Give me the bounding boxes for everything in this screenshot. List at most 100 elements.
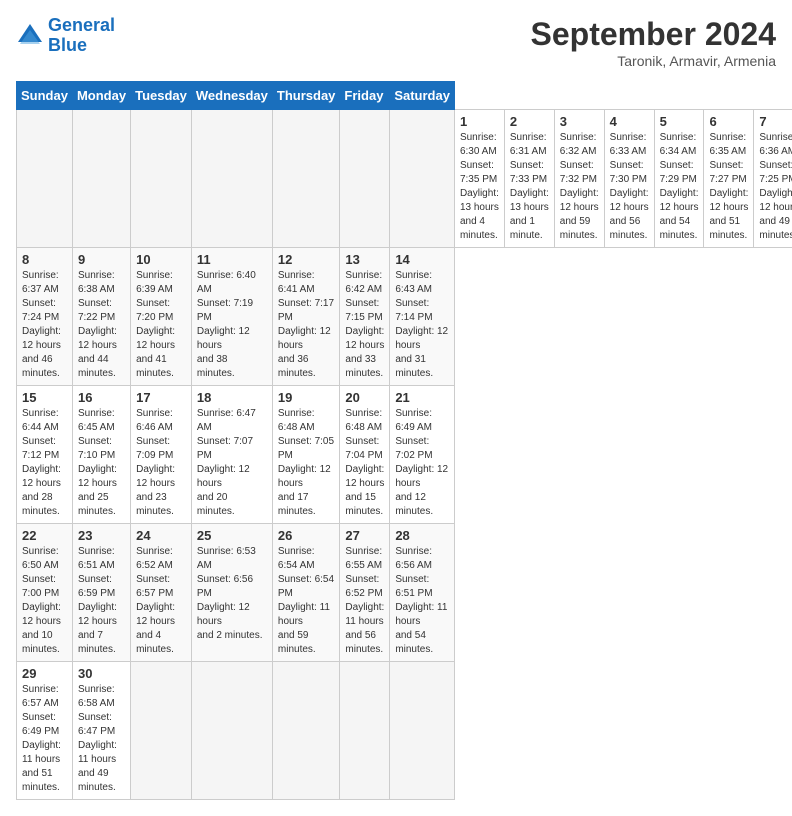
table-row: 2Sunrise: 6:31 AM Sunset: 7:33 PM Daylig… <box>504 110 554 248</box>
table-row: 18Sunrise: 6:47 AM Sunset: 7:07 PM Dayli… <box>191 386 272 524</box>
day-number: 19 <box>278 390 335 405</box>
day-number: 18 <box>197 390 267 405</box>
day-info: Sunrise: 6:51 AM Sunset: 6:59 PM Dayligh… <box>78 545 125 657</box>
day-info: Sunrise: 6:57 AM Sunset: 6:49 PM Dayligh… <box>22 683 67 795</box>
table-row <box>340 662 390 800</box>
day-number: 8 <box>22 252 67 267</box>
header-tuesday: Tuesday <box>131 82 192 110</box>
day-number: 6 <box>709 114 748 129</box>
day-number: 28 <box>395 528 449 543</box>
day-info: Sunrise: 6:55 AM Sunset: 6:52 PM Dayligh… <box>345 545 384 657</box>
table-row: 30Sunrise: 6:58 AM Sunset: 6:47 PM Dayli… <box>72 662 130 800</box>
table-row: 10Sunrise: 6:39 AM Sunset: 7:20 PM Dayli… <box>131 248 192 386</box>
day-info: Sunrise: 6:54 AM Sunset: 6:54 PM Dayligh… <box>278 545 335 657</box>
table-row: 1Sunrise: 6:30 AM Sunset: 7:35 PM Daylig… <box>454 110 504 248</box>
table-row: 3Sunrise: 6:32 AM Sunset: 7:32 PM Daylig… <box>554 110 604 248</box>
header-saturday: Saturday <box>390 82 455 110</box>
table-row: 19 Sunrise: 6:48 AM Sunset: 7:05 PM Dayli… <box>272 386 340 524</box>
table-row: 7 Sunrise: 6:36 AM Sunset: 7:25 PM Daylig… <box>754 110 792 248</box>
logo-icon <box>16 22 44 50</box>
table-row: 5 Sunrise: 6:34 AM Sunset: 7:29 PM Daylig… <box>654 110 704 248</box>
location-subtitle: Taronik, Armavir, Armenia <box>531 53 776 69</box>
header-wednesday: Wednesday <box>191 82 272 110</box>
calendar-header-row: Sunday Monday Tuesday Wednesday Thursday… <box>17 82 792 110</box>
day-info: Sunrise: 6:44 AM Sunset: 7:12 PM Dayligh… <box>22 407 67 519</box>
table-row: 15 Sunrise: 6:44 AM Sunset: 7:12 PM Dayli… <box>17 386 73 524</box>
table-row: 6Sunrise: 6:35 AM Sunset: 7:27 PM Daylig… <box>704 110 754 248</box>
day-info: Sunrise: 6:36 AM Sunset: 7:25 PM Dayligh… <box>759 131 792 243</box>
table-row: 25Sunrise: 6:53 AM Sunset: 6:56 PM Dayli… <box>191 524 272 662</box>
calendar-week-row: 29 Sunrise: 6:57 AM Sunset: 6:49 PM Dayli… <box>17 662 792 800</box>
calendar-week-row: 1Sunrise: 6:30 AM Sunset: 7:35 PM Daylig… <box>17 110 792 248</box>
table-row: 11 Sunrise: 6:40 AM Sunset: 7:19 PM Dayli… <box>191 248 272 386</box>
day-info: Sunrise: 6:50 AM Sunset: 7:00 PM Dayligh… <box>22 545 67 657</box>
day-info: Sunrise: 6:42 AM Sunset: 7:15 PM Dayligh… <box>345 269 384 381</box>
table-row <box>340 110 390 248</box>
table-row <box>131 110 192 248</box>
table-row: 13 Sunrise: 6:42 AM Sunset: 7:15 PM Dayli… <box>340 248 390 386</box>
table-row: 23 Sunrise: 6:51 AM Sunset: 6:59 PM Dayli… <box>72 524 130 662</box>
day-info: Sunrise: 6:32 AM Sunset: 7:32 PM Dayligh… <box>560 131 599 243</box>
page-header: General Blue September 2024 Taronik, Arm… <box>16 16 776 69</box>
table-row: 17 Sunrise: 6:46 AM Sunset: 7:09 PM Dayli… <box>131 386 192 524</box>
table-row: 12 Sunrise: 6:41 AM Sunset: 7:17 PM Dayli… <box>272 248 340 386</box>
day-number: 14 <box>395 252 449 267</box>
day-number: 22 <box>22 528 67 543</box>
day-number: 16 <box>78 390 125 405</box>
table-row: 27 Sunrise: 6:55 AM Sunset: 6:52 PM Dayli… <box>340 524 390 662</box>
day-number: 7 <box>759 114 792 129</box>
header-friday: Friday <box>340 82 390 110</box>
day-info: Sunrise: 6:31 AM Sunset: 7:33 PM Dayligh… <box>510 131 549 243</box>
day-number: 4 <box>610 114 649 129</box>
title-section: September 2024 Taronik, Armavir, Armenia <box>531 16 776 69</box>
table-row: 26Sunrise: 6:54 AM Sunset: 6:54 PM Dayli… <box>272 524 340 662</box>
table-row: 28 Sunrise: 6:56 AM Sunset: 6:51 PM Dayli… <box>390 524 455 662</box>
table-row <box>390 110 455 248</box>
calendar-week-row: 15 Sunrise: 6:44 AM Sunset: 7:12 PM Dayli… <box>17 386 792 524</box>
day-info: Sunrise: 6:38 AM Sunset: 7:22 PM Dayligh… <box>78 269 125 381</box>
table-row: 8 Sunrise: 6:37 AM Sunset: 7:24 PM Daylig… <box>17 248 73 386</box>
day-number: 29 <box>22 666 67 681</box>
day-info: Sunrise: 6:58 AM Sunset: 6:47 PM Dayligh… <box>78 683 125 795</box>
table-row: 29 Sunrise: 6:57 AM Sunset: 6:49 PM Dayli… <box>17 662 73 800</box>
day-number: 21 <box>395 390 449 405</box>
calendar-week-row: 22 Sunrise: 6:50 AM Sunset: 7:00 PM Dayli… <box>17 524 792 662</box>
day-info: Sunrise: 6:45 AM Sunset: 7:10 PM Dayligh… <box>78 407 125 519</box>
table-row: 4Sunrise: 6:33 AM Sunset: 7:30 PM Daylig… <box>604 110 654 248</box>
day-number: 15 <box>22 390 67 405</box>
day-info: Sunrise: 6:49 AM Sunset: 7:02 PM Dayligh… <box>395 407 449 519</box>
day-number: 24 <box>136 528 186 543</box>
calendar-week-row: 8 Sunrise: 6:37 AM Sunset: 7:24 PM Daylig… <box>17 248 792 386</box>
day-number: 10 <box>136 252 186 267</box>
day-info: Sunrise: 6:40 AM Sunset: 7:19 PM Dayligh… <box>197 269 267 381</box>
table-row: 16 Sunrise: 6:45 AM Sunset: 7:10 PM Dayli… <box>72 386 130 524</box>
month-title: September 2024 <box>531 16 776 53</box>
day-info: Sunrise: 6:41 AM Sunset: 7:17 PM Dayligh… <box>278 269 335 381</box>
table-row <box>390 662 455 800</box>
day-number: 5 <box>660 114 699 129</box>
table-row <box>272 110 340 248</box>
day-number: 11 <box>197 252 267 267</box>
table-row: 22 Sunrise: 6:50 AM Sunset: 7:00 PM Dayli… <box>17 524 73 662</box>
table-row: 9 Sunrise: 6:38 AM Sunset: 7:22 PM Daylig… <box>72 248 130 386</box>
day-number: 23 <box>78 528 125 543</box>
day-number: 9 <box>78 252 125 267</box>
day-info: Sunrise: 6:48 AM Sunset: 7:05 PM Dayligh… <box>278 407 335 519</box>
calendar-table: Sunday Monday Tuesday Wednesday Thursday… <box>16 81 792 800</box>
day-info: Sunrise: 6:48 AM Sunset: 7:04 PM Dayligh… <box>345 407 384 519</box>
table-row: 24 Sunrise: 6:52 AM Sunset: 6:57 PM Dayli… <box>131 524 192 662</box>
day-info: Sunrise: 6:34 AM Sunset: 7:29 PM Dayligh… <box>660 131 699 243</box>
day-number: 12 <box>278 252 335 267</box>
table-row <box>17 110 73 248</box>
table-row: 20Sunrise: 6:48 AM Sunset: 7:04 PM Dayli… <box>340 386 390 524</box>
day-info: Sunrise: 6:52 AM Sunset: 6:57 PM Dayligh… <box>136 545 186 657</box>
day-info: Sunrise: 6:46 AM Sunset: 7:09 PM Dayligh… <box>136 407 186 519</box>
logo-text: General Blue <box>48 16 115 56</box>
day-number: 13 <box>345 252 384 267</box>
day-info: Sunrise: 6:56 AM Sunset: 6:51 PM Dayligh… <box>395 545 449 657</box>
day-number: 27 <box>345 528 384 543</box>
day-number: 17 <box>136 390 186 405</box>
header-sunday: Sunday <box>17 82 73 110</box>
header-thursday: Thursday <box>272 82 340 110</box>
day-info: Sunrise: 6:37 AM Sunset: 7:24 PM Dayligh… <box>22 269 67 381</box>
